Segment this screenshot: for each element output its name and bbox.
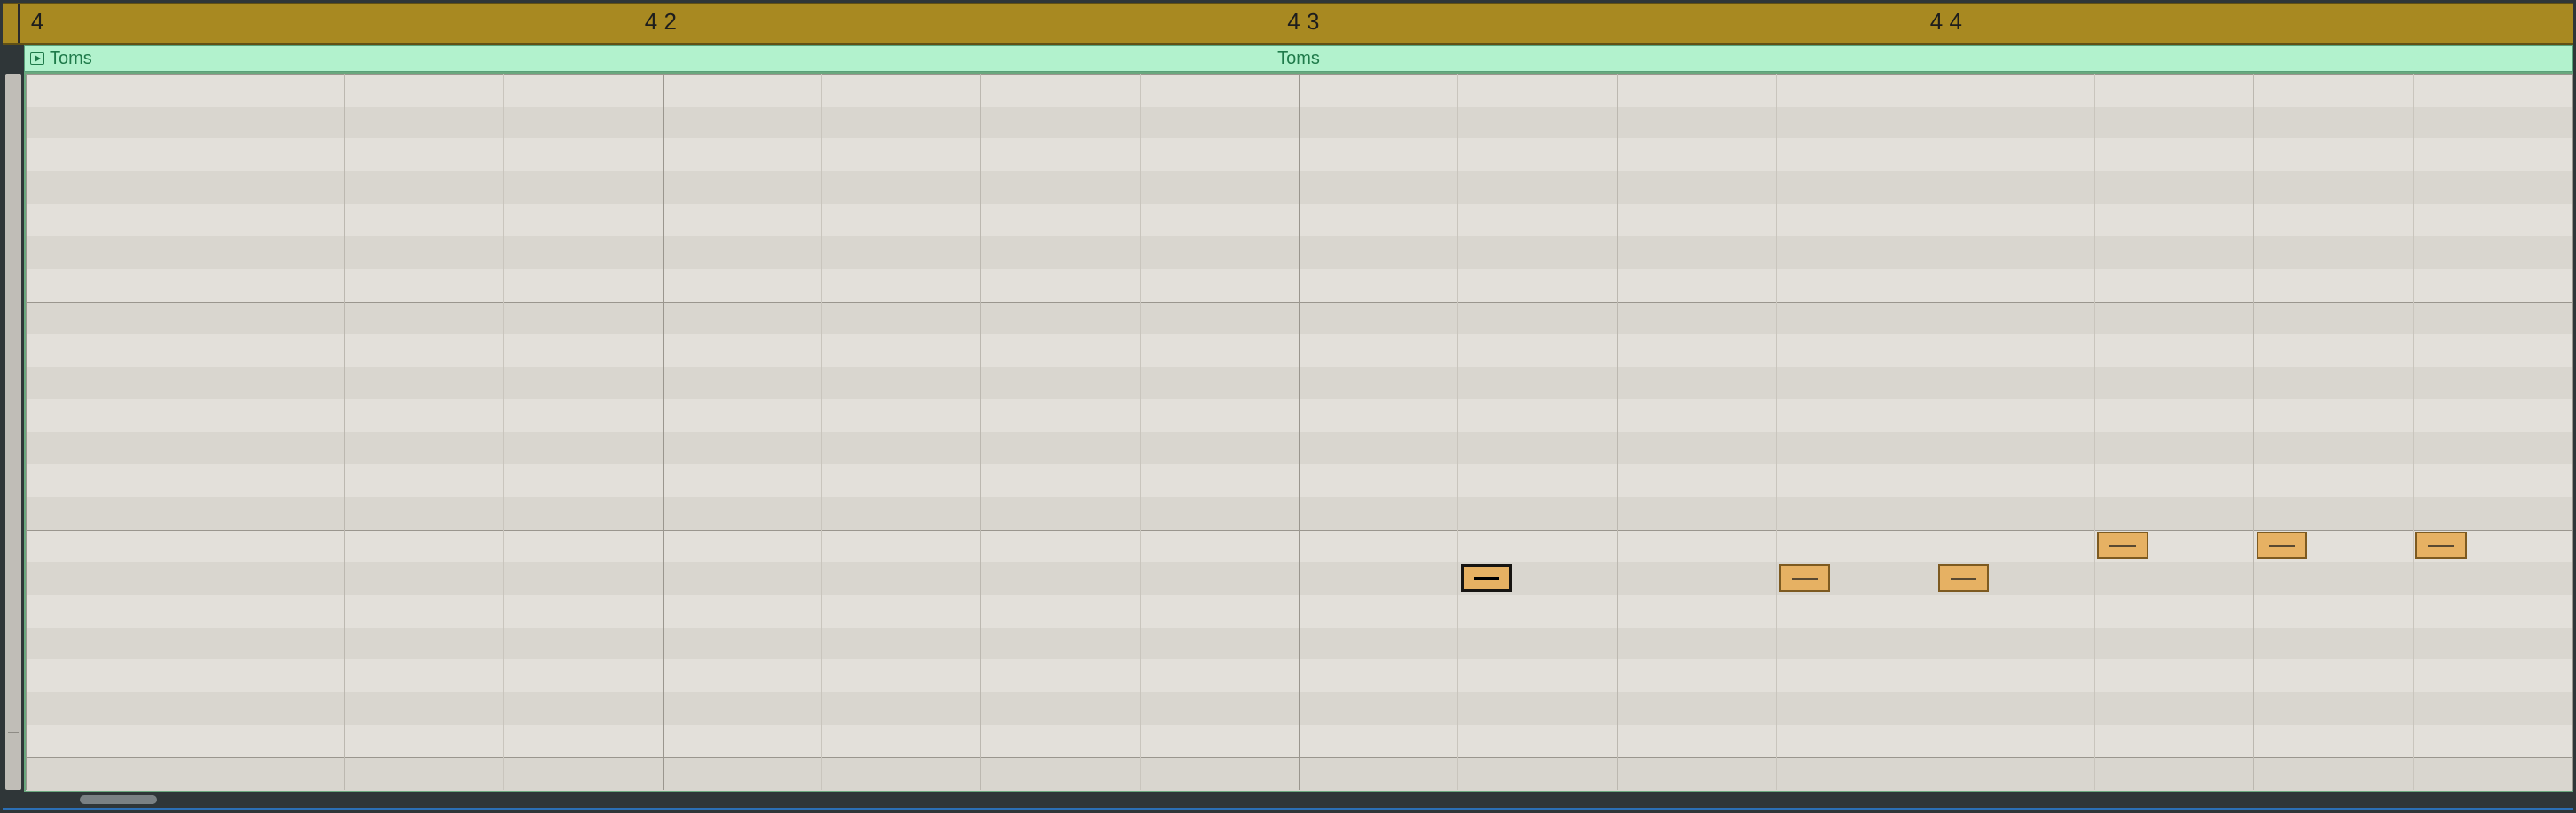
clip-header-gutter: [3, 45, 24, 72]
clip-name-left: Toms: [50, 49, 92, 69]
editor-left-gutter[interactable]: [3, 72, 24, 792]
note-velocity-bar: [2269, 545, 2295, 547]
timeline-ruler[interactable]: 4 4 2 4 3 4 4: [3, 3, 2573, 45]
grid-vline: [2572, 74, 2573, 790]
horizontal-scrollbar-track[interactable]: [3, 792, 2573, 808]
ruler-bar-start-tick: [18, 4, 20, 43]
midi-note[interactable]: [2257, 532, 2307, 559]
play-clip-icon[interactable]: [30, 52, 44, 65]
note-velocity-bar: [2428, 545, 2454, 547]
clip-header[interactable]: Toms Toms: [24, 45, 2573, 72]
midi-note[interactable]: [1938, 564, 1989, 592]
midi-note[interactable]: [1461, 564, 1512, 592]
ruler-beat-label: 4 2: [645, 8, 677, 36]
midi-editor-main: [3, 72, 2573, 792]
clip-header-row: Toms Toms: [3, 45, 2573, 72]
midi-note[interactable]: [2097, 532, 2148, 559]
ruler-beat-label: 4 3: [1287, 8, 1319, 36]
note-velocity-bar: [1792, 578, 1818, 580]
midi-note[interactable]: [1779, 564, 1830, 592]
note-grid[interactable]: [24, 72, 2573, 792]
midi-note[interactable]: [2415, 532, 2466, 559]
note-velocity-bar: [1474, 577, 1499, 580]
horizontal-scrollbar-thumb[interactable]: [80, 795, 157, 804]
note-velocity-bar: [2109, 545, 2135, 547]
bottom-accent-bar: [3, 808, 2573, 810]
pitch-scrollbar[interactable]: [5, 74, 21, 790]
clip-name-center: Toms: [1277, 49, 1320, 69]
note-velocity-bar: [1951, 578, 1976, 580]
ruler-bar-label: 4: [31, 8, 43, 36]
ruler-beat-label: 4 4: [1930, 8, 1962, 36]
